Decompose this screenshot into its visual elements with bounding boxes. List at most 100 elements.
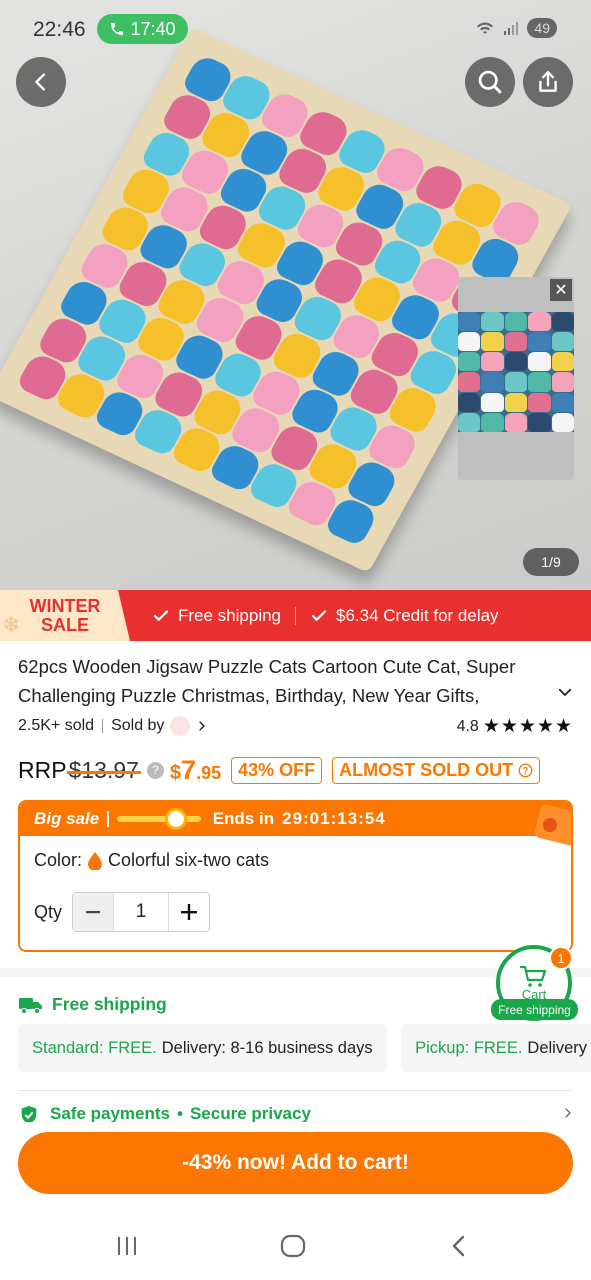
ongoing-call-pill[interactable]: 17:40	[97, 14, 188, 44]
call-duration: 17:40	[130, 18, 176, 39]
sold-by-link[interactable]: Sold by	[111, 717, 164, 735]
decrease-qty-button[interactable]	[73, 893, 114, 931]
color-selector[interactable]: Color: Colorful six-two cats	[34, 850, 269, 871]
qty-input[interactable]: 1	[113, 893, 170, 931]
snowflake-icon: ❄	[2, 612, 21, 637]
nav-back-icon[interactable]	[448, 1234, 470, 1258]
pickup-label: Pickup: FREE.	[415, 1038, 523, 1057]
preview-piece	[504, 392, 528, 412]
recent-apps-icon[interactable]	[115, 1234, 139, 1258]
preview-piece	[481, 352, 504, 372]
banner-free-shipping: Free shipping	[178, 605, 282, 625]
price-row: RRP $13.97 ? $7.95 43% OFF ALMOST SOLD O…	[18, 754, 541, 786]
quantity-row: Qty 1	[34, 892, 211, 932]
sold-count: 2.5K+ sold	[18, 717, 95, 734]
add-to-cart-button[interactable]: -43% now! Add to cart!	[18, 1132, 573, 1194]
chevron-right-icon[interactable]	[562, 1106, 574, 1120]
price-decimal: .95	[196, 762, 222, 783]
divider	[295, 606, 297, 625]
search-icon	[478, 70, 502, 94]
countdown-timer: 29:01:13:54	[282, 809, 386, 828]
truck-icon	[19, 997, 42, 1014]
shipping-heading-text: Free shipping	[52, 994, 167, 1014]
preview-piece	[528, 352, 551, 372]
rating-value: 4.8	[456, 717, 479, 735]
phone-icon	[111, 23, 124, 35]
standard-detail: Delivery: 8-16 business days	[161, 1038, 373, 1057]
wifi-icon	[477, 22, 494, 34]
clock: 22:46	[33, 18, 86, 41]
image-page-counter: 1/9	[523, 548, 579, 576]
cart-free-shipping-label: Free shipping	[491, 999, 578, 1020]
battery-indicator: 49	[527, 18, 557, 38]
safe-payments-row[interactable]: Safe payments • Secure privacy	[18, 1104, 573, 1122]
divider	[107, 811, 109, 827]
search-button[interactable]	[465, 57, 515, 107]
rrp-old-price: $13.97	[66, 756, 142, 783]
big-sale-panel: Big sale Ends in 29:01:13:54 Color: Colo…	[18, 800, 573, 952]
increase-qty-button[interactable]	[169, 893, 209, 931]
chevron-down-icon[interactable]	[556, 683, 574, 701]
preview-piece	[481, 332, 504, 352]
cart-count-badge: 1	[549, 946, 573, 970]
standard-label: Standard: FREE.	[32, 1038, 157, 1057]
info-icon: ?	[518, 763, 533, 777]
winter-sale-line1: WINTER	[29, 596, 101, 616]
almost-sold-out-badge[interactable]: ALMOST SOLD OUT ?	[332, 756, 541, 784]
minus-icon	[86, 911, 101, 914]
preview-piece	[458, 352, 481, 372]
status-bar: 22:46 17:40 49	[0, 14, 591, 46]
shipping-options[interactable]: Standard: FREE. Delivery: 8-16 business …	[18, 1024, 591, 1072]
preview-piece	[551, 312, 574, 332]
decorative-dot	[543, 818, 557, 832]
preview-piece	[504, 332, 528, 352]
system-nav-bar	[0, 1214, 591, 1280]
close-preview-button[interactable]: ✕	[550, 279, 572, 301]
preview-image	[458, 312, 574, 432]
product-image-gallery[interactable]: 22:46 17:40 49 ✕ 1/9	[0, 0, 591, 590]
color-value: Colorful six-two cats	[108, 850, 270, 870]
preview-piece	[504, 352, 528, 372]
check-icon	[311, 609, 327, 621]
sale-progress-bar	[116, 808, 201, 830]
winter-sale-line2: SALE	[40, 615, 89, 635]
preview-piece	[481, 392, 504, 412]
divider	[18, 1090, 573, 1091]
home-icon[interactable]	[280, 1234, 306, 1258]
bottom-action-area: -43% now! Add to cart!	[0, 1122, 591, 1280]
preview-piece	[528, 332, 551, 352]
safe-payments-text: Safe payments	[50, 1104, 170, 1122]
close-icon: ✕	[554, 282, 568, 299]
banner-delay-credit: $6.34 Credit for delay	[336, 605, 499, 625]
svg-text:?: ?	[523, 765, 528, 775]
discount-badge: 43% OFF	[231, 756, 323, 784]
rating[interactable]: 4.8 ★★★★★	[457, 715, 573, 738]
plus-icon	[181, 904, 198, 920]
seller-logo[interactable]	[170, 716, 191, 736]
help-icon[interactable]: ?	[146, 761, 164, 779]
preview-piece	[528, 372, 551, 392]
share-button[interactable]	[523, 57, 573, 107]
share-icon	[539, 71, 557, 92]
preview-piece	[481, 372, 504, 392]
product-title[interactable]: 62pcs Wooden Jigsaw Puzzle Cats Cartoon …	[18, 652, 558, 710]
preview-piece	[504, 372, 528, 392]
cart-icon	[520, 965, 547, 987]
preview-piece	[528, 392, 551, 412]
ends-in-label: Ends in	[212, 809, 275, 828]
standard-shipping-card[interactable]: Standard: FREE. Delivery: 8-16 business …	[18, 1024, 387, 1072]
promo-banner[interactable]: ❄ WINTER SALE Free shipping $6.34 Credit…	[0, 590, 591, 641]
preview-piece	[458, 312, 481, 332]
winter-sale-badge: ❄ WINTER SALE	[0, 590, 130, 641]
floating-video-preview[interactable]: ✕	[458, 277, 574, 480]
chevron-right-icon[interactable]	[196, 719, 208, 733]
preview-piece	[528, 312, 551, 332]
big-sale-header: Big sale Ends in 29:01:13:54	[20, 802, 571, 847]
secure-privacy-text: Secure privacy	[189, 1104, 311, 1122]
shipping-heading[interactable]: Free shipping	[18, 994, 167, 1015]
color-swatch-icon	[88, 851, 103, 870]
preview-piece	[528, 412, 551, 432]
pickup-shipping-card[interactable]: Pickup: FREE. Delivery	[401, 1024, 591, 1072]
back-button[interactable]	[16, 57, 66, 107]
qty-label: Qty	[34, 901, 63, 922]
